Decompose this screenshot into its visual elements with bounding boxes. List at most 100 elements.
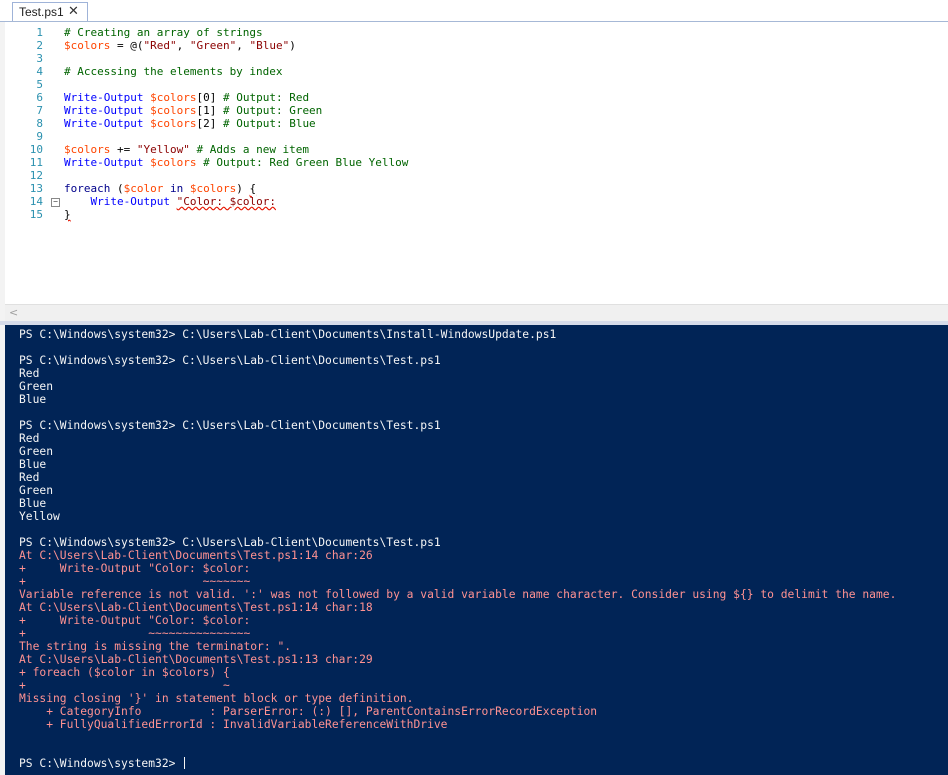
code-line[interactable]: # Accessing the elements by index <box>64 65 283 78</box>
code-token: $colors <box>150 91 197 104</box>
code-line[interactable]: Write-Output "Color: $color: <box>64 195 276 208</box>
collapse-icon[interactable]: − <box>51 198 60 207</box>
code-token: [2] <box>196 117 223 130</box>
console-text: Blue <box>19 458 47 471</box>
console-error-line: + ~~~~~~~~~~~~~~~ <box>19 627 250 640</box>
console-text: + Write-Output "Color: $color: <box>19 614 251 627</box>
code-line[interactable]: } <box>64 208 71 221</box>
code-token: += <box>110 143 137 156</box>
code-token: "Green" <box>189 39 237 52</box>
console-line: Red <box>19 471 39 484</box>
console-text: PS C:\Windows\system32> C:\Users\Lab-Cli… <box>19 354 441 367</box>
code-token: $colors <box>150 104 197 117</box>
line-number: 5 <box>36 78 43 91</box>
code-line[interactable]: Write-Output $colors[1] # Output: Green <box>64 104 322 117</box>
console-error-line: Variable reference is not valid. ':' was… <box>19 588 896 601</box>
code-token: # Output: Blue <box>222 117 316 130</box>
console-text: PS C:\Windows\system32> C:\Users\Lab-Cli… <box>19 328 557 341</box>
console-line: PS C:\Windows\system32> C:\Users\Lab-Cli… <box>19 328 556 341</box>
console-prompt[interactable]: PS C:\Windows\system32> <box>19 757 186 770</box>
tab-bar: Test.ps1 ✕ <box>0 0 948 22</box>
console-error-line: + Write-Output "Color: $color: <box>19 614 250 627</box>
code-line[interactable]: foreach ($color in $colors) { <box>64 182 256 195</box>
code-token: ( <box>110 182 124 195</box>
code-token: $color <box>123 182 164 195</box>
code-token: , <box>236 39 250 52</box>
code-line[interactable]: $colors += "Yellow" # Adds a new item <box>64 143 309 156</box>
code-token: $colors <box>64 143 111 156</box>
line-number: 1 <box>36 26 43 39</box>
console-line: Blue <box>19 458 46 471</box>
code-line[interactable]: Write-Output $colors # Output: Red Green… <box>64 156 408 169</box>
console-text: Green <box>19 445 54 458</box>
console-pane[interactable]: PS C:\Windows\system32> C:\Users\Lab-Cli… <box>5 325 948 775</box>
console-error-line: + CategoryInfo : ParserError: (:) [], Pa… <box>19 705 597 718</box>
console-text: + ~ <box>19 679 230 692</box>
line-number: 13 <box>29 182 43 195</box>
code-token: "Color: $color: <box>176 195 276 208</box>
code-token: # Creating an array of strings <box>64 26 263 39</box>
code-token: [1] <box>196 104 223 117</box>
console-text: Green <box>19 380 54 393</box>
text-cursor <box>184 757 186 769</box>
console-text: Blue <box>19 497 47 510</box>
console-error-line: + foreach ($color in $colors) { <box>19 666 230 679</box>
console-text: At C:\Users\Lab-Client\Documents\Test.ps… <box>19 601 373 614</box>
console-error-line: The string is missing the terminator: ". <box>19 640 291 653</box>
code-token: ) <box>289 39 296 52</box>
code-token: $colors <box>189 182 237 195</box>
code-token: Write-Output <box>64 156 144 169</box>
code-line[interactable]: Write-Output $colors[0] # Output: Red <box>64 91 309 104</box>
code-token: "Red" <box>143 39 177 52</box>
line-number: 12 <box>29 169 43 182</box>
console-text: PS C:\Windows\system32> C:\Users\Lab-Cli… <box>19 536 441 549</box>
code-token: # Adds a new item <box>196 143 310 156</box>
script-editor[interactable]: 1 2 3 4 5 6 7 8 9 10 11 12 13 14 15 # Creating an arra… <box>5 23 948 304</box>
line-number: 14 <box>29 195 43 208</box>
tab-test-ps1[interactable]: Test.ps1 ✕ <box>12 2 88 22</box>
console-text: Red <box>19 367 40 380</box>
console-text: Red <box>19 432 40 445</box>
console-line: Blue <box>19 497 46 510</box>
code-token: $colors <box>64 39 111 52</box>
code-token: # Output: Red <box>222 91 310 104</box>
console-text: + Write-Output "Color: $color: <box>19 562 251 575</box>
code-line[interactable]: # Creating an array of strings <box>64 26 263 39</box>
code-line[interactable]: $colors = @("Red", "Green", "Blue") <box>64 39 296 52</box>
code-token: "Blue" <box>249 39 290 52</box>
console-text: Yellow <box>19 510 60 523</box>
console-text: The string is missing the terminator: ". <box>19 640 292 653</box>
line-number: 11 <box>29 156 43 169</box>
console-line: Green <box>19 484 53 497</box>
console-line: PS C:\Windows\system32> C:\Users\Lab-Cli… <box>19 536 441 549</box>
console-line: PS C:\Windows\system32> C:\Users\Lab-Cli… <box>19 419 441 432</box>
line-number: 8 <box>36 117 43 130</box>
line-number: 9 <box>36 130 43 143</box>
console-text: PS C:\Windows\system32> <box>19 757 183 770</box>
console-text: Missing closing '}' in statement block o… <box>19 692 414 705</box>
tab-label: Test.ps1 <box>19 5 64 19</box>
console-error-line: + ~ <box>19 679 230 692</box>
code-line[interactable]: Write-Output $colors[2] # Output: Blue <box>64 117 316 130</box>
console-text: + ~~~~~~~ <box>19 575 251 588</box>
console-error-line: + FullyQualifiedErrorId : InvalidVariabl… <box>19 718 447 731</box>
console-error-line: Missing closing '}' in statement block o… <box>19 692 413 705</box>
console-error-line: At C:\Users\Lab-Client\Documents\Test.ps… <box>19 549 373 562</box>
line-number: 2 <box>36 39 43 52</box>
code-token: "Yellow" <box>136 143 190 156</box>
line-number: 3 <box>36 52 43 65</box>
code-token: foreach <box>64 182 111 195</box>
console-error-line: At C:\Users\Lab-Client\Documents\Test.ps… <box>19 653 373 666</box>
code-token: ) <box>236 182 250 195</box>
console-error-line: + Write-Output "Color: $color: <box>19 562 250 575</box>
horizontal-scrollbar[interactable]: < <box>5 304 948 322</box>
code-token: Write-Output <box>64 91 144 104</box>
console-text: Green <box>19 484 54 497</box>
scroll-left-icon[interactable]: < <box>9 306 18 319</box>
code-token: , <box>176 39 190 52</box>
console-text: Variable reference is not valid. ':' was… <box>19 588 897 601</box>
close-icon[interactable]: ✕ <box>68 3 79 19</box>
